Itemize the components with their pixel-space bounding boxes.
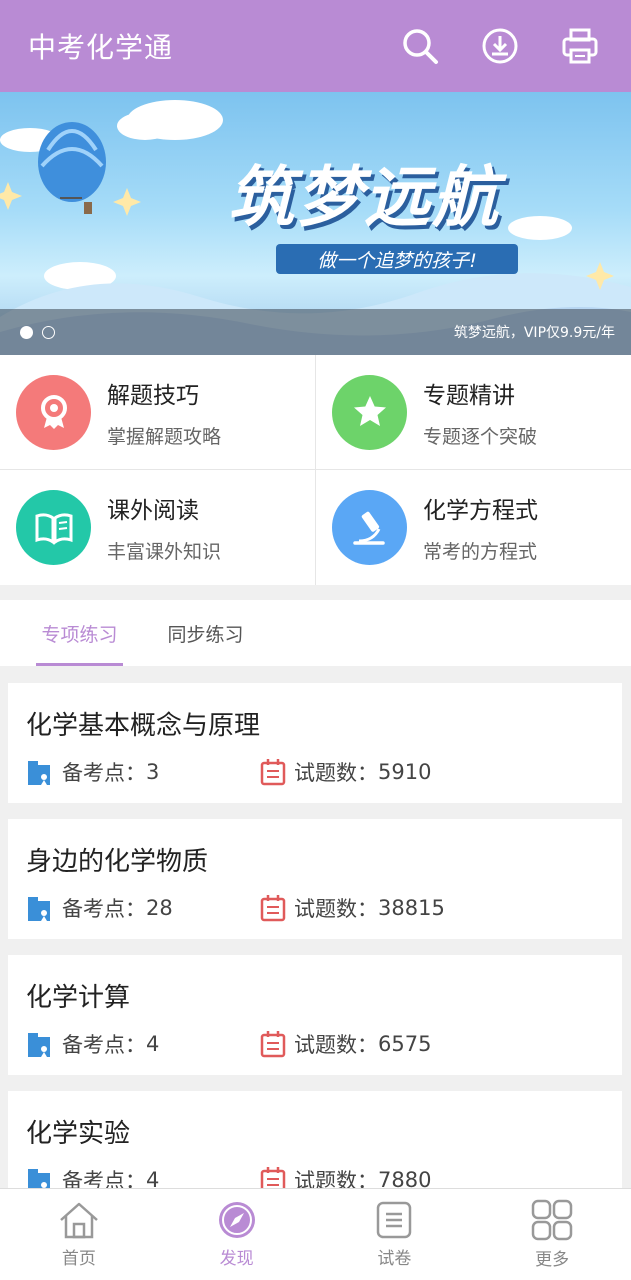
topic-title: 化学基本概念与原理 — [26, 711, 261, 741]
topic-card[interactable]: 化学基本概念与原理 备考点： 3 试题数： 5910 — [8, 683, 622, 803]
nav-home[interactable]: 首页 — [0, 1189, 158, 1280]
tab-sync-practice[interactable]: 同步练习 — [162, 600, 249, 666]
questions-value: 38815 — [378, 896, 445, 920]
topic-points: 备考点： 28 — [26, 893, 173, 923]
topic-title: 身边的化学物质 — [26, 847, 209, 877]
feature-chemical-equations[interactable]: 化学方程式 常考的方程式 — [316, 470, 631, 585]
download-icon[interactable] — [477, 23, 523, 69]
topic-card[interactable]: 身边的化学物质 备考点： 28 试题数： 38815 — [8, 819, 622, 939]
topic-title: 化学计算 — [26, 983, 131, 1013]
topic-title: 化学实验 — [26, 1119, 131, 1149]
books-icon — [26, 757, 54, 787]
topic-points: 备考点： 3 — [26, 757, 159, 787]
app-title: 中考化学通 — [28, 31, 174, 64]
points-label: 备考点： — [62, 897, 146, 921]
calendar-icon — [260, 1030, 286, 1058]
banner-caption-bar: 筑梦远航，VIP仅9.9元/年 — [0, 309, 631, 355]
banner-headline: 筑梦远航 — [228, 159, 500, 236]
feature-subtitle: 掌握解题攻略 — [107, 425, 222, 448]
tab-underline — [36, 663, 123, 666]
points-value: 28 — [146, 896, 173, 920]
topic-questions: 试题数： 6575 — [260, 1029, 431, 1059]
feature-subtitle: 专题逐个突破 — [423, 425, 538, 448]
feature-grid: 解题技巧 掌握解题攻略 专题精讲 专题逐个突破 课外阅读 丰富课外知识 化学方程… — [0, 355, 631, 585]
feature-title: 课外阅读 — [107, 498, 199, 524]
questions-value: 5910 — [378, 760, 432, 784]
nav-label: 首页 — [61, 1249, 96, 1269]
feature-subtitle: 常考的方程式 — [423, 541, 538, 563]
slide-indicator[interactable] — [42, 325, 55, 339]
questions-value: 6575 — [378, 1032, 432, 1056]
nav-label: 试卷 — [377, 1249, 412, 1269]
app-header: 中考化学通 — [0, 0, 631, 92]
books-icon — [26, 1029, 54, 1059]
book-icon — [16, 490, 91, 565]
questions-label: 试题数： — [294, 761, 378, 785]
topic-points: 备考点： 4 — [26, 1029, 159, 1059]
feature-title: 解题技巧 — [107, 382, 199, 409]
compass-icon — [218, 1202, 255, 1238]
topic-questions: 试题数： 38815 — [260, 893, 445, 923]
books-icon — [26, 893, 54, 923]
nav-label: 发现 — [219, 1249, 254, 1269]
banner-tagline: 做一个追梦的孩子! — [276, 244, 518, 274]
points-value: 4 — [146, 1032, 160, 1056]
badge-icon — [16, 374, 91, 450]
calendar-icon — [260, 894, 286, 922]
tab-label: 同步练习 — [167, 623, 244, 646]
search-icon[interactable] — [397, 23, 443, 69]
microscope-icon — [332, 490, 407, 565]
feature-title: 化学方程式 — [423, 498, 538, 524]
print-icon[interactable] — [557, 23, 603, 69]
topic-questions: 试题数： 5910 — [260, 757, 431, 787]
home-icon — [60, 1202, 98, 1239]
tab-label: 专项练习 — [41, 623, 118, 646]
feature-subtitle: 丰富课外知识 — [107, 541, 222, 563]
questions-label: 试题数： — [294, 897, 378, 921]
nav-more[interactable]: 更多 — [473, 1189, 631, 1280]
nav-papers[interactable]: 试卷 — [316, 1189, 474, 1280]
points-value: 3 — [146, 760, 160, 784]
calendar-icon — [260, 758, 286, 786]
points-label: 备考点： — [62, 761, 146, 785]
tab-special-practice[interactable]: 专项练习 — [36, 600, 123, 666]
star-icon — [332, 374, 407, 450]
nav-label: 更多 — [535, 1250, 570, 1270]
grid-icon — [531, 1199, 573, 1241]
feature-solving-tips[interactable]: 解题技巧 掌握解题攻略 — [0, 355, 316, 470]
bottom-nav: 首页 发现 试卷 更多 — [0, 1188, 631, 1280]
slide-indicator-active[interactable] — [20, 325, 33, 339]
feature-extra-reading[interactable]: 课外阅读 丰富课外知识 — [0, 470, 316, 585]
questions-label: 试题数： — [294, 1033, 378, 1057]
banner-caption: 筑梦远航，VIP仅9.9元/年 — [453, 325, 615, 341]
practice-tabs: 专项练习 同步练习 — [0, 600, 631, 666]
feature-topic-lectures[interactable]: 专题精讲 专题逐个突破 — [316, 355, 631, 470]
nav-discover[interactable]: 发现 — [158, 1189, 316, 1280]
paper-icon — [377, 1201, 412, 1239]
topic-card[interactable]: 化学计算 备考点： 4 试题数： 6575 — [8, 955, 622, 1075]
promo-banner[interactable]: 筑梦远航 做一个追梦的孩子! 筑梦远航，VIP仅9.9元/年 — [0, 92, 631, 355]
feature-title: 专题精讲 — [423, 382, 515, 409]
points-label: 备考点： — [62, 1033, 146, 1057]
